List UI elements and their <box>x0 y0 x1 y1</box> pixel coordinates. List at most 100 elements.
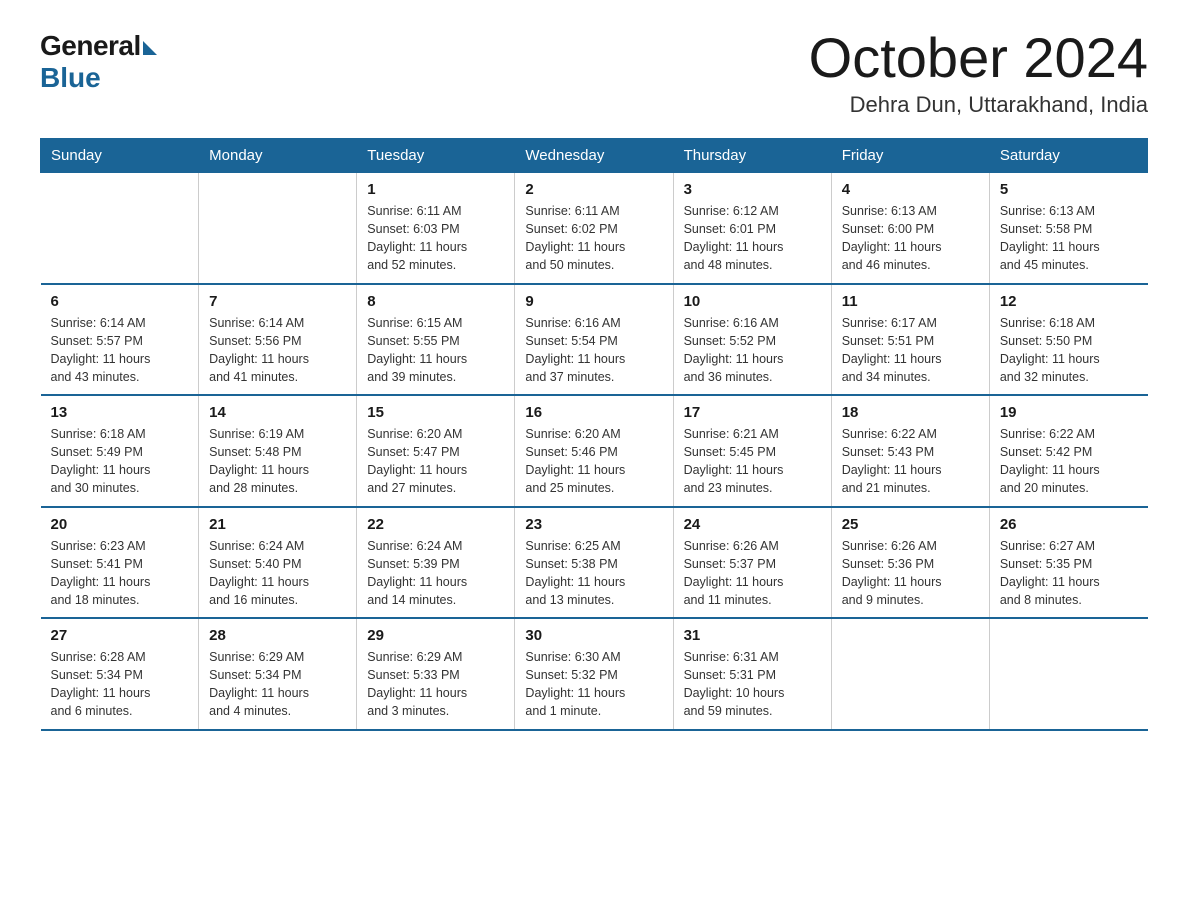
day-info-text: Sunrise: 6:18 AM Sunset: 5:50 PM Dayligh… <box>1000 314 1138 387</box>
day-number: 16 <box>525 404 662 421</box>
day-info-text: Sunrise: 6:23 AM Sunset: 5:41 PM Dayligh… <box>51 537 189 610</box>
day-number: 1 <box>367 181 504 198</box>
day-info-text: Sunrise: 6:20 AM Sunset: 5:47 PM Dayligh… <box>367 425 504 498</box>
calendar-cell: 22 Sunrise: 6:24 AM Sunset: 5:39 PM Dayli… <box>357 507 515 619</box>
day-number: 10 <box>684 293 821 310</box>
calendar-cell: 29 Sunrise: 6:29 AM Sunset: 5:33 PM Dayli… <box>357 618 515 730</box>
calendar-cell: 9Sunrise: 6:16 AM Sunset: 5:54 PM Daylig… <box>515 284 673 396</box>
day-number: 26 <box>1000 516 1138 533</box>
day-info-text: Sunrise: 6:11 AM Sunset: 6:02 PM Dayligh… <box>525 202 662 275</box>
day-info-text: Sunrise: 6:25 AM Sunset: 5:38 PM Dayligh… <box>525 537 662 610</box>
day-info-text: Sunrise: 6:24 AM Sunset: 5:40 PM Dayligh… <box>209 537 346 610</box>
day-info-text: Sunrise: 6:16 AM Sunset: 5:52 PM Dayligh… <box>684 314 821 387</box>
calendar-cell: 20 Sunrise: 6:23 AM Sunset: 5:41 PM Dayli… <box>41 507 199 619</box>
day-number: 31 <box>684 627 821 644</box>
calendar-week-row: 27 Sunrise: 6:28 AM Sunset: 5:34 PM Dayli… <box>41 618 1148 730</box>
calendar-cell: 30 Sunrise: 6:30 AM Sunset: 5:32 PM Dayli… <box>515 618 673 730</box>
day-info-text: Sunrise: 6:22 AM Sunset: 5:43 PM Dayligh… <box>842 425 979 498</box>
calendar-cell: 6 Sunrise: 6:14 AM Sunset: 5:57 PM Daylig… <box>41 284 199 396</box>
day-info-text: Sunrise: 6:11 AM Sunset: 6:03 PM Dayligh… <box>367 202 504 275</box>
day-number: 20 <box>51 516 189 533</box>
day-info-text: Sunrise: 6:14 AM Sunset: 5:56 PM Dayligh… <box>209 314 346 387</box>
calendar-header-row: SundayMondayTuesdayWednesdayThursdayFrid… <box>41 139 1148 173</box>
day-info-text: Sunrise: 6:27 AM Sunset: 5:35 PM Dayligh… <box>1000 537 1138 610</box>
month-title: October 2024 <box>809 30 1148 86</box>
day-number: 28 <box>209 627 346 644</box>
calendar-cell: 24 Sunrise: 6:26 AM Sunset: 5:37 PM Dayli… <box>673 507 831 619</box>
header-day-thursday: Thursday <box>673 139 831 173</box>
day-number: 2 <box>525 181 662 198</box>
calendar-cell: 1 Sunrise: 6:11 AM Sunset: 6:03 PM Daylig… <box>357 173 515 284</box>
day-info-text: Sunrise: 6:14 AM Sunset: 5:57 PM Dayligh… <box>51 314 189 387</box>
calendar-cell <box>989 618 1147 730</box>
day-info-text: Sunrise: 6:22 AM Sunset: 5:42 PM Dayligh… <box>1000 425 1138 498</box>
logo-blue-text: Blue <box>40 62 101 94</box>
day-number: 30 <box>525 627 662 644</box>
day-number: 8 <box>367 293 504 310</box>
calendar-cell: 26 Sunrise: 6:27 AM Sunset: 5:35 PM Dayli… <box>989 507 1147 619</box>
day-info-text: Sunrise: 6:15 AM Sunset: 5:55 PM Dayligh… <box>367 314 504 387</box>
day-info-text: Sunrise: 6:13 AM Sunset: 6:00 PM Dayligh… <box>842 202 979 275</box>
day-number: 6 <box>51 293 189 310</box>
calendar-cell: 7 Sunrise: 6:14 AM Sunset: 5:56 PM Daylig… <box>199 284 357 396</box>
day-info-text: Sunrise: 6:26 AM Sunset: 5:37 PM Dayligh… <box>684 537 821 610</box>
day-number: 22 <box>367 516 504 533</box>
calendar-week-row: 20 Sunrise: 6:23 AM Sunset: 5:41 PM Dayli… <box>41 507 1148 619</box>
day-number: 13 <box>51 404 189 421</box>
calendar-cell: 25Sunrise: 6:26 AM Sunset: 5:36 PM Dayli… <box>831 507 989 619</box>
day-number: 19 <box>1000 404 1138 421</box>
calendar-cell: 2 Sunrise: 6:11 AM Sunset: 6:02 PM Daylig… <box>515 173 673 284</box>
calendar-cell: 15 Sunrise: 6:20 AM Sunset: 5:47 PM Dayli… <box>357 395 515 507</box>
day-info-text: Sunrise: 6:19 AM Sunset: 5:48 PM Dayligh… <box>209 425 346 498</box>
header-day-monday: Monday <box>199 139 357 173</box>
day-number: 12 <box>1000 293 1138 310</box>
header-day-tuesday: Tuesday <box>357 139 515 173</box>
day-info-text: Sunrise: 6:24 AM Sunset: 5:39 PM Dayligh… <box>367 537 504 610</box>
calendar-cell: 11 Sunrise: 6:17 AM Sunset: 5:51 PM Dayli… <box>831 284 989 396</box>
calendar-cell: 10 Sunrise: 6:16 AM Sunset: 5:52 PM Dayli… <box>673 284 831 396</box>
day-info-text: Sunrise: 6:13 AM Sunset: 5:58 PM Dayligh… <box>1000 202 1138 275</box>
day-info-text: Sunrise: 6:17 AM Sunset: 5:51 PM Dayligh… <box>842 314 979 387</box>
day-number: 5 <box>1000 181 1138 198</box>
calendar-cell: 28Sunrise: 6:29 AM Sunset: 5:34 PM Dayli… <box>199 618 357 730</box>
calendar-cell: 12 Sunrise: 6:18 AM Sunset: 5:50 PM Dayli… <box>989 284 1147 396</box>
location-text: Dehra Dun, Uttarakhand, India <box>809 92 1148 118</box>
calendar-cell: 4 Sunrise: 6:13 AM Sunset: 6:00 PM Daylig… <box>831 173 989 284</box>
day-number: 23 <box>525 516 662 533</box>
day-info-text: Sunrise: 6:21 AM Sunset: 5:45 PM Dayligh… <box>684 425 821 498</box>
calendar-cell: 5 Sunrise: 6:13 AM Sunset: 5:58 PM Daylig… <box>989 173 1147 284</box>
day-number: 24 <box>684 516 821 533</box>
calendar-table: SundayMondayTuesdayWednesdayThursdayFrid… <box>40 138 1148 731</box>
calendar-week-row: 13 Sunrise: 6:18 AM Sunset: 5:49 PM Dayli… <box>41 395 1148 507</box>
header-day-sunday: Sunday <box>41 139 199 173</box>
calendar-cell: 13 Sunrise: 6:18 AM Sunset: 5:49 PM Dayli… <box>41 395 199 507</box>
day-number: 15 <box>367 404 504 421</box>
day-info-text: Sunrise: 6:29 AM Sunset: 5:33 PM Dayligh… <box>367 648 504 721</box>
calendar-cell: 27 Sunrise: 6:28 AM Sunset: 5:34 PM Dayli… <box>41 618 199 730</box>
day-number: 27 <box>51 627 189 644</box>
day-number: 7 <box>209 293 346 310</box>
header-day-saturday: Saturday <box>989 139 1147 173</box>
day-number: 25 <box>842 516 979 533</box>
day-number: 4 <box>842 181 979 198</box>
day-number: 29 <box>367 627 504 644</box>
day-info-text: Sunrise: 6:28 AM Sunset: 5:34 PM Dayligh… <box>51 648 189 721</box>
day-info-text: Sunrise: 6:30 AM Sunset: 5:32 PM Dayligh… <box>525 648 662 721</box>
calendar-cell: 31 Sunrise: 6:31 AM Sunset: 5:31 PM Dayli… <box>673 618 831 730</box>
day-number: 17 <box>684 404 821 421</box>
calendar-cell <box>831 618 989 730</box>
calendar-cell: 8 Sunrise: 6:15 AM Sunset: 5:55 PM Daylig… <box>357 284 515 396</box>
day-info-text: Sunrise: 6:20 AM Sunset: 5:46 PM Dayligh… <box>525 425 662 498</box>
day-info-text: Sunrise: 6:16 AM Sunset: 5:54 PM Dayligh… <box>525 314 662 387</box>
title-section: October 2024 Dehra Dun, Uttarakhand, Ind… <box>809 30 1148 118</box>
day-info-text: Sunrise: 6:31 AM Sunset: 5:31 PM Dayligh… <box>684 648 821 721</box>
day-info-text: Sunrise: 6:18 AM Sunset: 5:49 PM Dayligh… <box>51 425 189 498</box>
logo-general-text: General <box>40 30 141 62</box>
header-day-friday: Friday <box>831 139 989 173</box>
day-number: 11 <box>842 293 979 310</box>
calendar-week-row: 6 Sunrise: 6:14 AM Sunset: 5:57 PM Daylig… <box>41 284 1148 396</box>
calendar-cell: 18Sunrise: 6:22 AM Sunset: 5:43 PM Dayli… <box>831 395 989 507</box>
calendar-cell <box>199 173 357 284</box>
calendar-cell: 19 Sunrise: 6:22 AM Sunset: 5:42 PM Dayli… <box>989 395 1147 507</box>
logo: General Blue <box>40 30 157 94</box>
